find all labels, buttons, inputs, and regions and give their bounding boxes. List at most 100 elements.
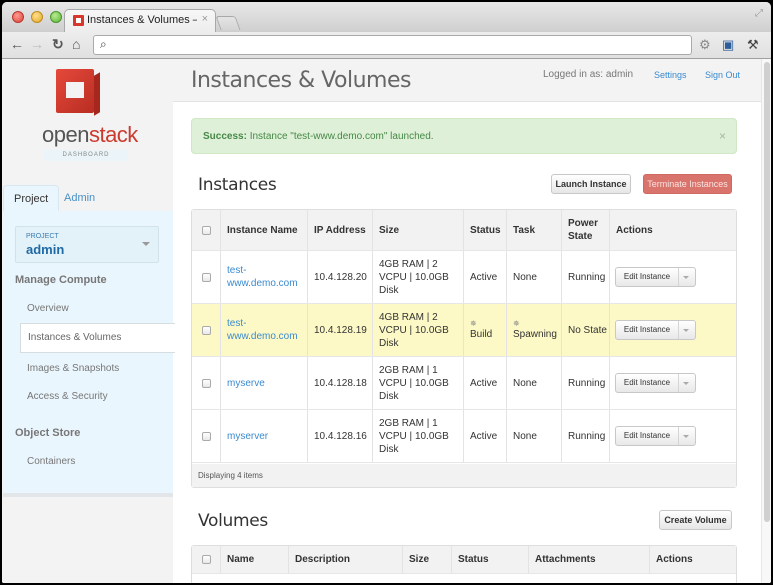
dashboard-tabs: Project Admin: [3, 185, 173, 212]
instance-name-part2: www.demo.com: [227, 331, 298, 342]
row-checkbox[interactable]: [202, 325, 211, 335]
sidebar-item-images-snapshots[interactable]: Images & Snapshots: [27, 363, 119, 374]
edit-instance-button[interactable]: Edit Instance: [616, 427, 679, 445]
vol-col-description[interactable]: Description: [289, 546, 403, 573]
instance-size: 4GB RAM | 2 VCPU | 10.0GB Disk: [379, 311, 449, 349]
edit-instance-button[interactable]: Edit Instance: [616, 321, 679, 339]
forward-icon[interactable]: →: [30, 36, 44, 52]
instance-name-link[interactable]: myserver: [227, 430, 268, 443]
col-status[interactable]: Status: [464, 210, 507, 250]
new-tab-button[interactable]: [215, 16, 241, 30]
wrench-menu-icon[interactable]: ⚒: [747, 37, 759, 53]
zoom-window-button[interactable]: [50, 11, 62, 23]
col-size[interactable]: Size: [373, 210, 464, 250]
settings-link[interactable]: Settings: [654, 70, 687, 80]
project-selector[interactable]: PROJECT admin: [15, 226, 159, 263]
table-cell: None: [507, 251, 562, 303]
row-checkbox[interactable]: [202, 378, 211, 388]
volumes-select-all-checkbox[interactable]: [202, 555, 211, 564]
instance-name-link[interactable]: myserve: [227, 377, 265, 390]
logged-in-label: Logged in as: admin: [543, 69, 634, 80]
table-cell: ✵ Build: [464, 304, 507, 356]
edit-instance-split-button: Edit Instance: [615, 426, 696, 446]
close-window-button[interactable]: [12, 11, 24, 23]
fullscreen-icon[interactable]: ⤢: [755, 8, 763, 19]
instance-task: None: [513, 430, 537, 442]
actions-dropdown-chevron-icon[interactable]: [683, 435, 689, 438]
sidebar-item-access-security[interactable]: Access & Security: [27, 391, 108, 402]
ip-address: 10.4.128.20: [314, 271, 367, 283]
back-icon[interactable]: ←: [10, 36, 24, 52]
browser-toolbar: ← → ↻ ⌂ ⌕ ⚙ ▣ ⚒: [2, 32, 771, 59]
edit-instance-button[interactable]: Edit Instance: [616, 374, 679, 392]
close-icon[interactable]: ×: [719, 129, 726, 143]
table-cell: Running: [562, 251, 610, 303]
table-cell: 4GB RAM | 2 VCPU | 10.0GB Disk: [373, 251, 464, 303]
col-ip-address[interactable]: IP Address: [308, 210, 373, 250]
row-checkbox[interactable]: [202, 431, 211, 441]
vol-col-name[interactable]: Name: [221, 546, 289, 573]
tab-project[interactable]: Project: [3, 185, 60, 212]
extension-gear-icon[interactable]: ⚙: [699, 37, 711, 53]
instance-name-link[interactable]: test-www.demo.com: [227, 264, 298, 290]
col-power-state[interactable]: Power State: [562, 210, 610, 250]
table-cell: Running: [562, 357, 610, 409]
col-instance-name[interactable]: Instance Name: [221, 210, 308, 250]
alert-text: Instance "test-www.demo.com" launched.: [246, 131, 434, 142]
ip-address: 10.4.128.16: [314, 430, 367, 442]
alert-message: Success: Instance "test-www.demo.com" la…: [203, 131, 434, 142]
table-cell: 4GB RAM | 2 VCPU | 10.0GB Disk: [373, 304, 464, 356]
sidebar-item-overview[interactable]: Overview: [27, 303, 69, 314]
table-cell: [192, 251, 221, 303]
table-cell: Edit Instance: [610, 304, 736, 356]
vol-col-status[interactable]: Status: [452, 546, 529, 573]
actions-dropdown-chevron-icon[interactable]: [683, 329, 689, 332]
sidebar-item-containers[interactable]: Containers: [27, 456, 75, 467]
home-icon[interactable]: ⌂: [72, 36, 80, 52]
reload-icon[interactable]: ↻: [52, 36, 64, 53]
nav-heading-object-store: Object Store: [15, 427, 81, 439]
success-alert: Success: Instance "test-www.demo.com" la…: [191, 118, 737, 154]
volumes-table: Name Description Size Status Attachments…: [191, 545, 737, 583]
vol-col-size[interactable]: Size: [403, 546, 452, 573]
address-bar[interactable]: ⌕: [93, 35, 692, 55]
sidebar-item-instances-volumes[interactable]: Instances & Volumes: [20, 323, 175, 353]
ip-address: 10.4.128.18: [314, 377, 367, 389]
sign-out-link[interactable]: Sign Out: [705, 70, 740, 80]
edit-instance-button[interactable]: Edit Instance: [616, 268, 679, 286]
launch-instance-button[interactable]: Launch Instance: [551, 174, 631, 194]
page-scrollbar[interactable]: [761, 59, 771, 583]
table-cell: None: [507, 410, 562, 462]
actions-dropdown-chevron-icon[interactable]: [683, 276, 689, 279]
tab-admin[interactable]: Admin: [54, 185, 105, 212]
scrollbar-thumb[interactable]: [764, 62, 770, 522]
browser-tab[interactable]: Instances & Volumes – OpenStack Dashboar…: [64, 9, 216, 32]
minimize-window-button[interactable]: [31, 11, 43, 23]
instance-name-part1: myserver: [227, 430, 269, 442]
actions-dropdown-chevron-icon[interactable]: [683, 382, 689, 385]
extension-camera-icon[interactable]: ▣: [722, 37, 734, 53]
select-all-checkbox[interactable]: [202, 225, 211, 235]
instance-task: None: [513, 377, 537, 389]
table-cell: test-www.demo.com: [221, 304, 308, 356]
select-all-cell: [192, 210, 221, 250]
vol-col-attachments[interactable]: Attachments: [529, 546, 650, 573]
status-wrap: Active: [470, 271, 497, 284]
power-state: No State: [568, 324, 607, 336]
table-cell: Edit Instance: [610, 410, 736, 462]
table-cell: myserver: [221, 410, 308, 462]
terminate-instances-button[interactable]: Terminate Instances: [643, 174, 732, 194]
tab-close-icon[interactable]: ×: [202, 13, 208, 25]
col-task[interactable]: Task: [507, 210, 562, 250]
table-cell: 2GB RAM | 1 VCPU | 10.0GB Disk: [373, 357, 464, 409]
task-wrap: None: [513, 271, 537, 284]
row-checkbox[interactable]: [202, 272, 211, 282]
browser-window: Instances & Volumes – OpenStack Dashboar…: [2, 2, 771, 583]
instance-status: Build: [470, 329, 493, 340]
table-cell: Active: [464, 410, 507, 462]
table-cell: [192, 410, 221, 462]
create-volume-button[interactable]: Create Volume: [659, 510, 732, 530]
instances-table-header: Instance Name IP Address Size Status Tas…: [192, 210, 736, 251]
instance-name-link[interactable]: test-www.demo.com: [227, 317, 298, 343]
openstack-logo[interactable]: openstack DASHBOARD: [42, 67, 138, 162]
